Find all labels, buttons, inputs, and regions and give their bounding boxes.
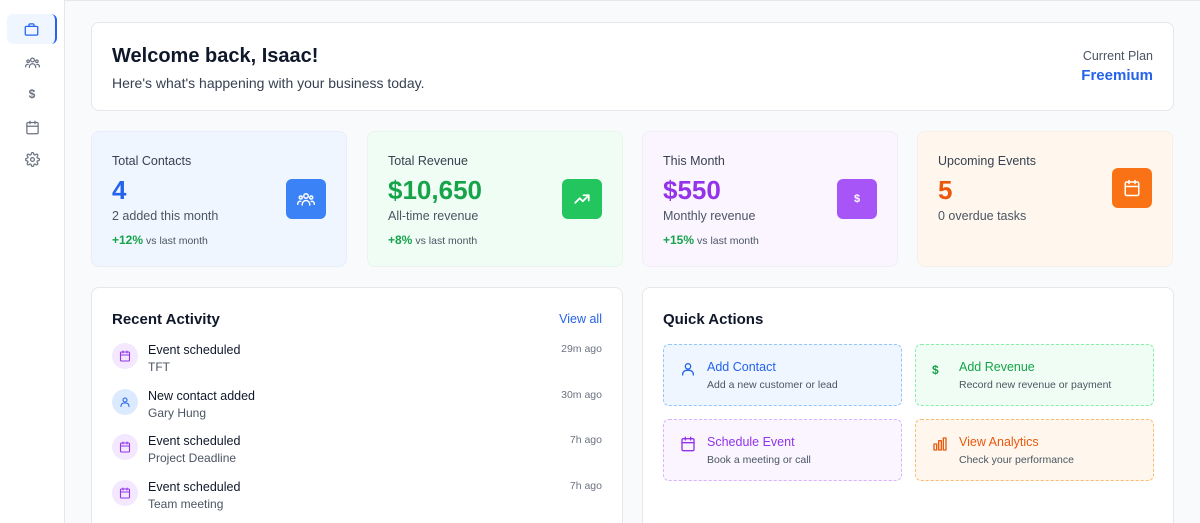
stat-trend-value: +8%	[388, 233, 413, 247]
top-divider	[65, 0, 1200, 3]
calendar-icon	[25, 120, 39, 134]
stat-badge	[1112, 168, 1152, 208]
quick-action-title: View Analytics	[959, 435, 1039, 449]
stat-trend-text: vs last month	[146, 235, 208, 247]
activity-title: Event scheduled	[148, 343, 241, 357]
stat-trend-text: vs last month	[697, 235, 759, 247]
activity-icon	[112, 343, 138, 369]
calendar-icon	[119, 350, 131, 362]
activity-title: New contact added	[148, 389, 256, 403]
stat-label: Upcoming Events	[938, 154, 1036, 168]
quick-action-title: Add Revenue	[959, 360, 1035, 374]
dollar-glyph: $	[932, 363, 939, 377]
stat-label: Total Revenue	[388, 154, 468, 168]
users-icon	[24, 57, 40, 68]
stat-note: 0 overdue tasks	[938, 209, 1027, 223]
welcome-subtitle: Here's what's happening with your busine…	[112, 75, 425, 91]
current-plan-label: Current Plan	[1082, 49, 1153, 63]
activity-subtitle: Project Deadline	[148, 451, 237, 465]
stat-badge	[562, 179, 602, 219]
gear-icon	[24, 151, 40, 167]
schedule-event-button[interactable]: Schedule Event Book a meeting or call	[663, 419, 902, 481]
welcome-card: Welcome back, Isaac! Here's what's happe…	[91, 22, 1174, 111]
view-all-link[interactable]: View all	[559, 312, 602, 326]
sidebar-item-calendar[interactable]	[7, 112, 57, 142]
sidebar-item-revenue[interactable]: $	[7, 79, 57, 109]
stat-trend-text: vs last month	[415, 235, 478, 247]
stat-value: $10,650	[388, 175, 482, 205]
stat-card-total-contacts: Total Contacts 4 2 added this month +12%…	[91, 131, 347, 267]
stat-trend: +15% vs last month	[663, 233, 759, 247]
stat-trend-value: +15%	[663, 233, 695, 247]
stat-badge	[286, 179, 326, 219]
activity-time: 30m ago	[561, 389, 602, 401]
activity-icon	[112, 389, 138, 415]
activity-item[interactable]: Event scheduled Team meeting 7h ago	[112, 480, 602, 520]
activity-title: Event scheduled	[148, 480, 241, 494]
activity-item[interactable]: Event scheduled Project Deadline 7h ago	[112, 434, 602, 474]
dashboard: $ Welcome back, Isaac! Here's what's hap…	[0, 0, 1200, 523]
stat-label: This Month	[663, 154, 725, 168]
dollar-icon: $	[853, 193, 861, 205]
stat-note: 2 added this month	[112, 209, 219, 223]
trending-up-icon	[574, 194, 590, 204]
stat-trend: +8% vs last month	[388, 233, 477, 247]
user-icon	[680, 361, 696, 377]
calendar-icon	[119, 487, 131, 499]
activity-subtitle: Team meeting	[148, 497, 224, 511]
calendar-icon	[1124, 179, 1140, 197]
dollar-icon: $	[28, 87, 36, 101]
sidebar-item-contacts[interactable]	[7, 47, 57, 77]
sidebar-item-dashboard[interactable]	[7, 14, 57, 44]
activity-time: 7h ago	[569, 480, 602, 492]
quick-actions-title: Quick Actions	[663, 311, 764, 328]
quick-action-subtitle: Check your performance	[959, 454, 1074, 466]
stat-value: 5	[938, 175, 953, 205]
stat-trend: +12% vs last month	[112, 233, 208, 247]
bar-chart-icon	[932, 436, 948, 452]
activity-subtitle: TFT	[148, 360, 170, 374]
stat-value: 4	[112, 175, 127, 205]
activity-item[interactable]: Event scheduled TFT 29m ago	[112, 343, 602, 383]
welcome-title: Welcome back, Isaac!	[112, 45, 319, 67]
sidebar: $	[0, 0, 65, 523]
activity-icon	[112, 434, 138, 460]
stat-badge: $	[837, 179, 877, 219]
stat-card-upcoming-events: Upcoming Events 5 0 overdue tasks	[917, 131, 1173, 267]
current-plan-value[interactable]: Freemium	[1081, 67, 1153, 84]
quick-actions-panel: Quick Actions Add Contact Add a new cust…	[642, 287, 1174, 523]
dollar-icon: $	[932, 361, 948, 377]
stat-note: All-time revenue	[388, 209, 479, 223]
stat-value: $550	[663, 175, 721, 205]
briefcase-icon	[24, 22, 38, 36]
quick-action-subtitle: Book a meeting or call	[707, 454, 811, 466]
activity-item[interactable]: New contact added Gary Hung 30m ago	[112, 389, 602, 429]
activity-time: 29m ago	[561, 343, 602, 355]
quick-action-title: Add Contact	[707, 360, 776, 374]
stat-note: Monthly revenue	[663, 209, 756, 223]
view-analytics-button[interactable]: View Analytics Check your performance	[915, 419, 1154, 481]
stat-label: Total Contacts	[112, 154, 192, 168]
recent-activity-panel: Recent Activity View all Event scheduled…	[91, 287, 623, 523]
quick-action-subtitle: Add a new customer or lead	[707, 379, 838, 391]
quick-action-title: Schedule Event	[707, 435, 795, 449]
calendar-icon	[680, 436, 696, 452]
calendar-icon	[119, 441, 131, 453]
stat-card-this-month: This Month $550 Monthly revenue +15% vs l…	[642, 131, 898, 267]
activity-subtitle: Gary Hung	[148, 406, 207, 420]
users-icon	[297, 193, 315, 206]
activity-time: 7h ago	[569, 434, 602, 446]
recent-activity-title: Recent Activity	[112, 311, 220, 328]
activity-title: Event scheduled	[148, 434, 241, 448]
add-contact-button[interactable]: Add Contact Add a new customer or lead	[663, 344, 902, 406]
activity-icon	[112, 480, 138, 506]
add-revenue-button[interactable]: $ Add Revenue Record new revenue or paym…	[915, 344, 1154, 406]
stat-trend-value: +12%	[112, 233, 144, 247]
stat-card-total-revenue: Total Revenue $10,650 All-time revenue +…	[367, 131, 623, 267]
sidebar-item-settings[interactable]	[7, 144, 57, 174]
user-icon	[120, 397, 130, 408]
quick-action-subtitle: Record new revenue or payment	[959, 379, 1112, 391]
